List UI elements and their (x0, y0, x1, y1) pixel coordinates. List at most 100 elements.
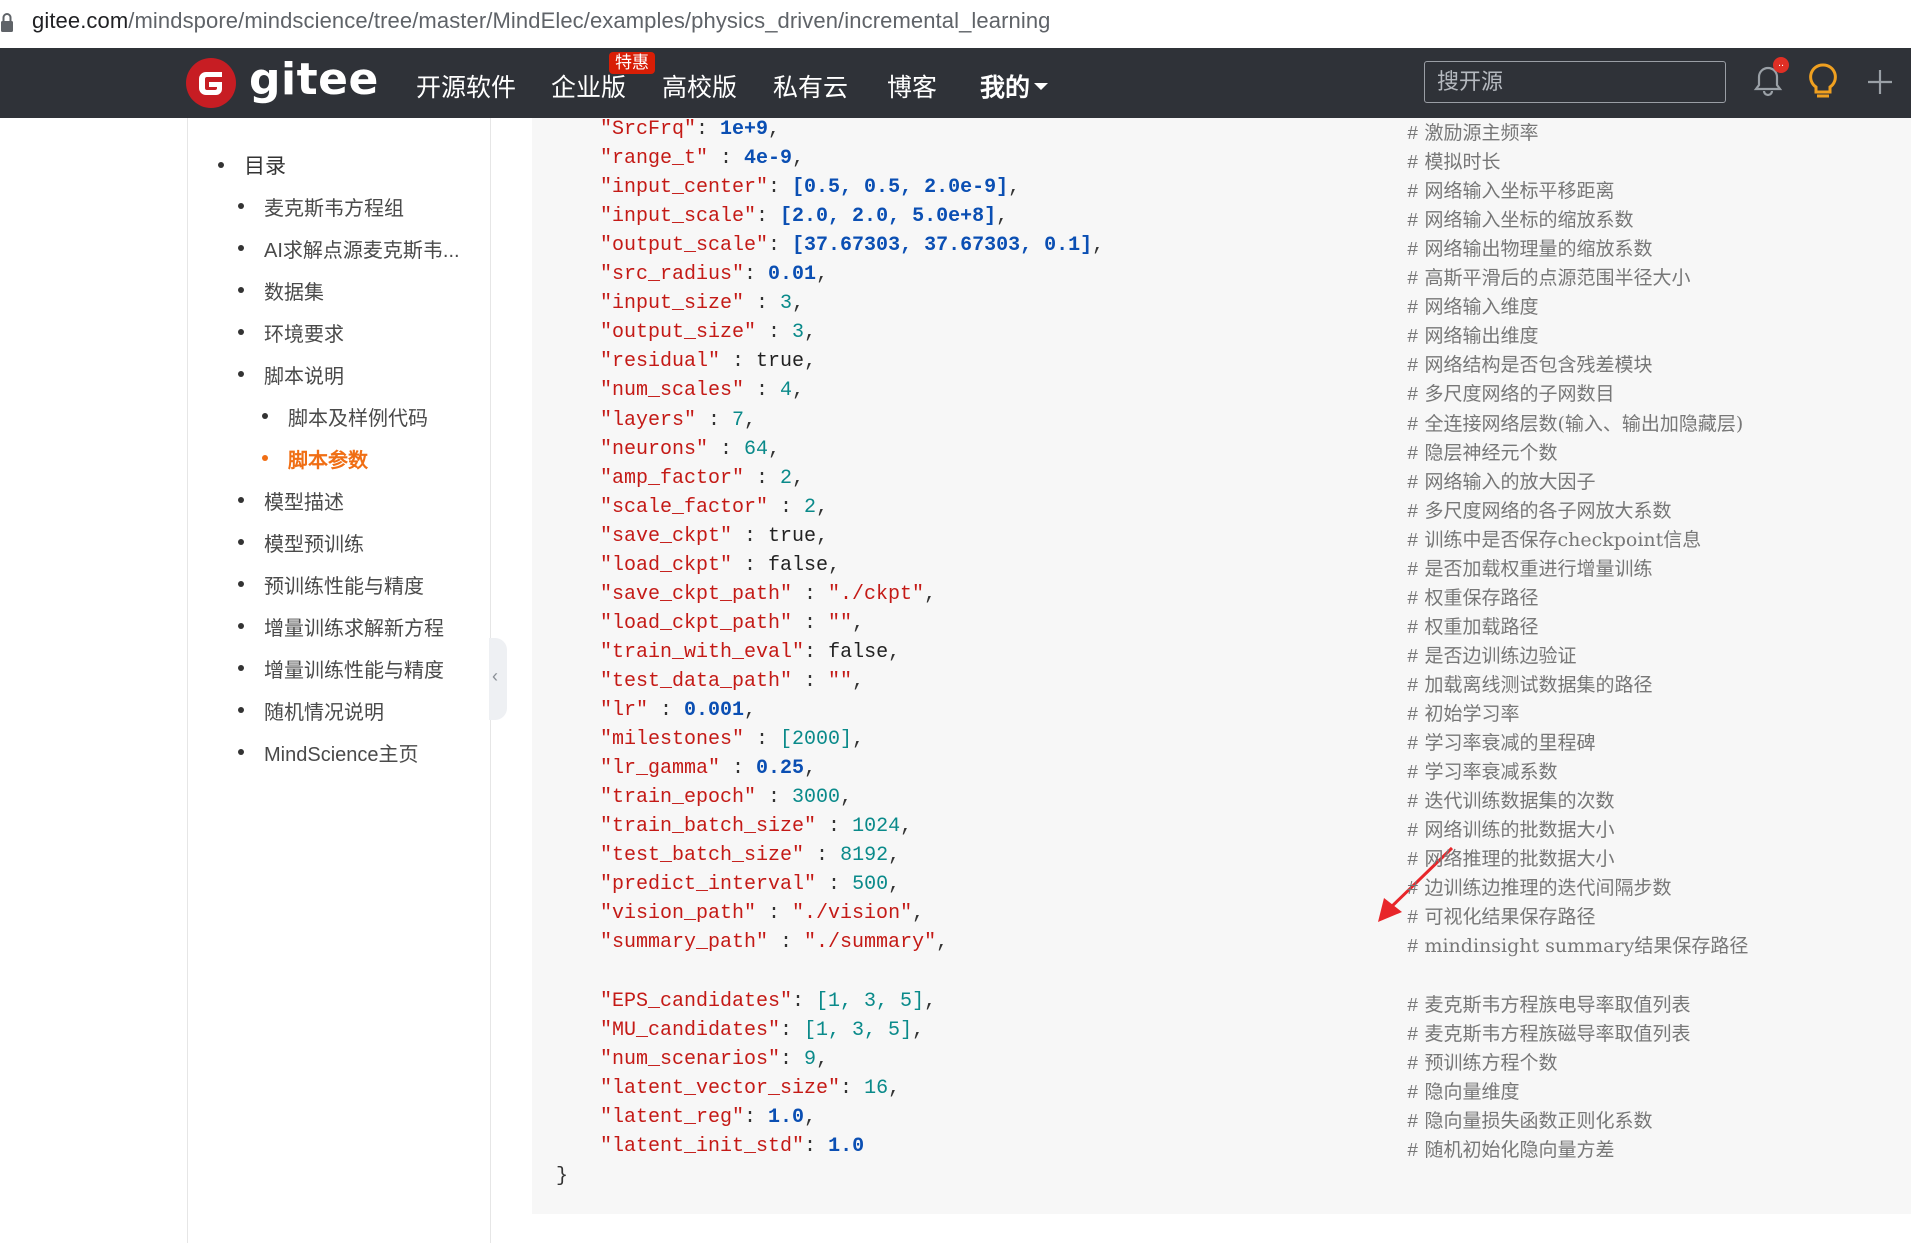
comment-text: 迭代训练数据集的次数 (1424, 790, 1615, 812)
comment-marker: # (1407, 297, 1419, 319)
code-value: 64 (744, 438, 769, 461)
code-comment: # 全连接网络层数(输入、输出加隐藏层) (1407, 409, 1743, 436)
url-text[interactable]: gitee.com/mindspore/mindscience/tree/mas… (32, 8, 1051, 34)
toc-item[interactable]: 环境要求 (238, 318, 344, 347)
address-bar[interactable]: gitee.com/mindspore/mindscience/tree/mas… (0, 0, 1911, 49)
comment-marker: # (1407, 326, 1419, 348)
code-punct: , (852, 728, 865, 751)
code-comment: # 网络输出物理量的缩放系数 (1407, 234, 1652, 261)
code-sep: : (804, 641, 829, 664)
comment-marker: # (1407, 530, 1419, 552)
gitee-logo-icon[interactable] (186, 58, 236, 108)
code-sep: : (768, 496, 805, 519)
search-input[interactable] (1424, 61, 1726, 103)
sidebar-collapse-toggle[interactable]: ‹ (489, 638, 507, 720)
toc-item[interactable]: 随机情况说明 (238, 696, 384, 725)
nav-blog[interactable]: 博客 (887, 68, 937, 104)
comment-marker: # (1407, 355, 1419, 377)
nav-private-cloud[interactable]: 私有云 (773, 68, 848, 104)
code-sep: : (648, 699, 685, 722)
code-line: "scale_factor" : 2, (600, 496, 828, 519)
code-value: 7 (732, 409, 745, 432)
code-sep: : (756, 786, 793, 809)
code-sep: : (720, 350, 757, 373)
comment-marker: # (1407, 907, 1419, 929)
code-key: "train_with_eval" (600, 641, 805, 664)
code-punct: , (804, 757, 817, 780)
code-value: "./ckpt" (828, 583, 925, 606)
comment-text: 加载离线测试数据集的路径 (1424, 674, 1653, 696)
code-punct: , (744, 409, 757, 432)
chevron-down-icon[interactable] (1034, 83, 1048, 90)
comment-text: 麦克斯韦方程族电导率取值列表 (1424, 994, 1691, 1016)
nav-mine[interactable]: 我的 (980, 68, 1030, 104)
code-comment: # 网络输入坐标平移距离 (1407, 176, 1614, 203)
comment-marker: # (1407, 704, 1419, 726)
code-line: "test_batch_size" : 8192, (600, 844, 900, 867)
comment-text: 是否加载权重进行增量训练 (1424, 558, 1653, 580)
nav-open-source[interactable]: 开源软件 (416, 68, 516, 104)
code-line: "latent_reg": 1.0, (600, 1106, 816, 1129)
code-line: "milestones" : [2000], (600, 728, 864, 751)
toc-subitem[interactable]: 脚本及样例代码 (262, 402, 428, 431)
toc-item[interactable]: 增量训练求解新方程 (238, 612, 444, 641)
code-punct: , (816, 263, 829, 286)
code-punct: , (888, 1077, 901, 1100)
code-value: 0.01 (768, 263, 817, 286)
code-comment: # 网络结构是否包含残差模块 (1407, 350, 1652, 377)
code-comment: # 边训练边推理的迭代间隔步数 (1407, 873, 1671, 900)
comment-text: 训练中是否保存checkpoint信息 (1424, 529, 1702, 551)
code-line: "neurons" : 64, (600, 438, 780, 461)
code-comment: # 麦克斯韦方程族电导率取值列表 (1407, 990, 1690, 1017)
code-comment: # 学习率衰减的里程碑 (1407, 728, 1595, 755)
code-line: "vision_path" : "./vision", (600, 902, 924, 925)
code-comment: # 随机初始化隐向量方差 (1407, 1135, 1614, 1162)
toc-item[interactable]: 增量训练性能与精度 (238, 654, 444, 683)
code-punct: , (1008, 176, 1021, 199)
comment-text: 全连接网络层数(输入、输出加隐藏层) (1424, 413, 1744, 435)
code-line: "save_ckpt_path" : "./ckpt", (600, 583, 936, 606)
code-sep: : (732, 554, 769, 577)
toc-item[interactable]: MindScience主页 (238, 738, 419, 767)
toc-title[interactable]: 目录 (218, 150, 286, 180)
code-line: "src_radius": 0.01, (600, 263, 828, 286)
toc-item[interactable]: 模型预训练 (238, 528, 364, 557)
toc-item[interactable]: 模型描述 (238, 486, 344, 515)
toc-item[interactable]: 数据集 (238, 276, 324, 305)
toc-item[interactable]: 麦克斯韦方程组 (238, 192, 404, 221)
code-comment: # 训练中是否保存checkpoint信息 (1407, 525, 1701, 552)
nav-education[interactable]: 高校版 (662, 68, 737, 104)
code-line: "residual" : true, (600, 350, 816, 373)
comment-text: 网络输入的放大因子 (1424, 471, 1596, 493)
toc-item[interactable]: AI求解点源麦克斯韦... (238, 234, 460, 263)
code-sep: : (756, 205, 781, 228)
comment-text: 多尺度网络的各子网放大系数 (1424, 500, 1672, 522)
code-comment: # 网络输入坐标的缩放系数 (1407, 205, 1633, 232)
code-sep: : (744, 379, 781, 402)
toc-item[interactable]: 预训练性能与精度 (238, 570, 424, 599)
code-punct: , (744, 699, 757, 722)
comment-text: 网络推理的批数据大小 (1424, 848, 1615, 870)
code-key: "latent_init_std" (600, 1135, 805, 1158)
code-value: false (768, 554, 829, 577)
lightbulb-icon[interactable] (1807, 62, 1839, 100)
code-sep: : (840, 1077, 865, 1100)
code-line: "test_data_path" : "", (600, 670, 864, 693)
comment-text: mindinsight summary结果保存路径 (1424, 935, 1749, 957)
toc-item[interactable]: 脚本说明 (238, 360, 344, 389)
code-punct: , (816, 525, 829, 548)
code-sep: : (792, 612, 829, 635)
code-comment: # 预训练方程个数 (1407, 1048, 1557, 1075)
gitee-logo-text[interactable]: gitee (249, 54, 379, 105)
code-punct: , (888, 873, 901, 896)
code-value: 3 (792, 321, 805, 344)
toc-subitem-active[interactable]: 脚本参数 (262, 444, 368, 473)
code-line: "input_size" : 3, (600, 292, 804, 315)
code-value: [2.0, 2.0, 5.0e+8] (780, 205, 997, 228)
code-value: true (768, 525, 817, 548)
code-comment: # 是否边训练边验证 (1407, 641, 1576, 668)
code-punct: , (888, 844, 901, 867)
plus-icon[interactable] (1866, 68, 1894, 96)
comment-text: 网络结构是否包含残差模块 (1424, 354, 1653, 376)
code-value: 9 (804, 1048, 817, 1071)
